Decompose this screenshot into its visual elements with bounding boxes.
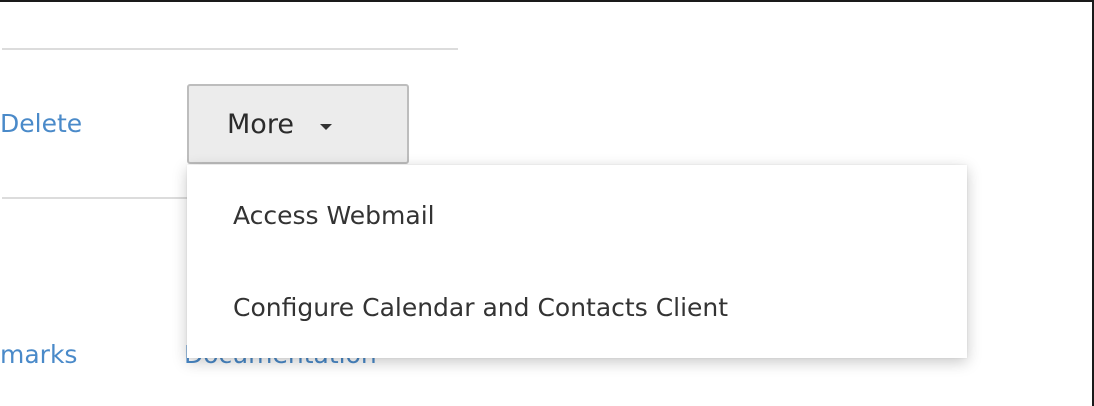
more-dropdown-button[interactable]: More bbox=[187, 84, 409, 164]
page-frame: Delete More marks Documentation Access W… bbox=[0, 0, 1094, 406]
more-dropdown-menu: Access Webmail Configure Calendar and Co… bbox=[187, 165, 967, 358]
delete-link[interactable]: Delete bbox=[0, 109, 120, 138]
caret-down-icon bbox=[319, 124, 332, 130]
more-button-label: More bbox=[227, 108, 294, 140]
divider-middle bbox=[2, 197, 188, 199]
menu-item-configure-calendar-contacts[interactable]: Configure Calendar and Contacts Client bbox=[233, 293, 728, 322]
divider-top bbox=[2, 48, 458, 50]
bookmarks-link[interactable]: marks bbox=[0, 340, 110, 369]
menu-item-access-webmail[interactable]: Access Webmail bbox=[233, 201, 435, 230]
